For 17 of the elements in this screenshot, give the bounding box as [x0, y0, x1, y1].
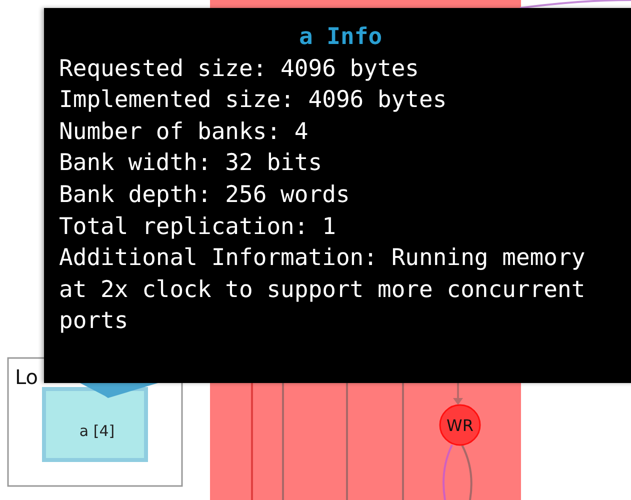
connection-line — [442, 444, 453, 500]
port-label: WR — [446, 416, 474, 435]
memory-node[interactable] — [42, 387, 148, 462]
info-line: Bank width: 32 bits — [59, 149, 324, 178]
memory-title: Lo — [15, 365, 38, 389]
port-node[interactable] — [439, 404, 481, 446]
info-line: Total replication: 1 — [59, 212, 337, 242]
info-line: Implemented size: 4096 bytes — [59, 86, 448, 116]
node-label: a [4] — [79, 422, 115, 440]
tooltip-title: a Info — [298, 23, 384, 52]
info-line: Number of banks: 4 — [59, 118, 310, 147]
arrow-icon — [80, 383, 158, 398]
info-line: Bank depth: 256 words — [59, 180, 351, 210]
info-line: Requested size: 4096 bytes — [59, 54, 420, 84]
connection-line — [461, 444, 472, 500]
arrow — [453, 380, 463, 405]
info-line: Additional Information: Running memory at 2x clock to support more concurrent ports — [59, 244, 586, 336]
